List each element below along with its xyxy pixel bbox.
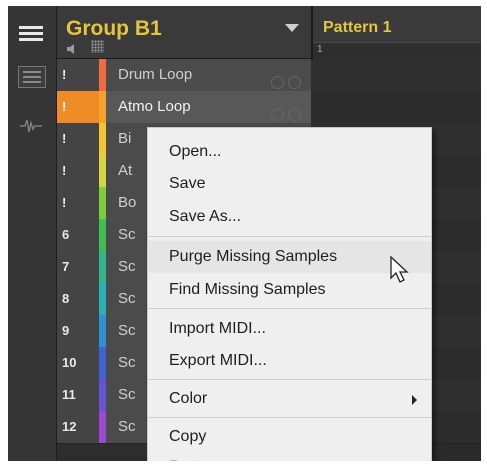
- sound-name-label: At: [118, 162, 133, 179]
- menu-item-open[interactable]: Open...: [148, 136, 431, 168]
- sound-color-swatch: [99, 411, 106, 443]
- menu-separator: [148, 417, 431, 418]
- pattern-title[interactable]: Pattern 1: [323, 19, 391, 37]
- sound-slot-number[interactable]: 9: [57, 315, 99, 347]
- sound-slot-number[interactable]: !: [57, 123, 99, 155]
- sound-name-label: Sc: [118, 322, 136, 339]
- menu-item-paste: Paste: [148, 451, 431, 461]
- sound-slot-number[interactable]: 12: [57, 411, 99, 443]
- grid-icon[interactable]: [91, 40, 104, 53]
- menu-item-save-as[interactable]: Save As...: [148, 201, 431, 233]
- menu-item-color[interactable]: Color: [148, 383, 431, 415]
- sound-slot-number[interactable]: !: [57, 91, 99, 123]
- menu-item-save[interactable]: Save: [148, 168, 431, 200]
- sampling-view-icon[interactable]: [18, 116, 44, 136]
- mouse-pointer-icon: [390, 256, 409, 283]
- sound-row[interactable]: ! Drum Loop: [57, 59, 311, 92]
- sound-name-label: Bi: [118, 130, 132, 147]
- browser-menu-icon[interactable]: [19, 26, 43, 48]
- menu-item-color-label: Color: [169, 390, 208, 407]
- group-header: Group B1: [57, 6, 311, 59]
- pattern-lane[interactable]: [313, 59, 481, 92]
- sound-controls: [267, 101, 301, 123]
- sound-slot-number[interactable]: 7: [57, 251, 99, 283]
- menu-item-import-midi[interactable]: Import MIDI...: [148, 313, 431, 345]
- menu-item-export-midi[interactable]: Export MIDI...: [148, 345, 431, 377]
- sound-color-swatch: [99, 379, 106, 411]
- sound-controls: [267, 69, 301, 91]
- sound-color-swatch: [99, 187, 106, 219]
- speaker-icon[interactable]: [67, 41, 79, 54]
- menu-item-copy[interactable]: Copy: [148, 421, 431, 453]
- solo-knob-icon[interactable]: [288, 108, 301, 121]
- sound-name-label: Atmo Loop: [118, 98, 191, 115]
- sound-color-swatch: [99, 251, 106, 283]
- menu-separator: [148, 236, 431, 237]
- sound-color-swatch: [99, 219, 106, 251]
- mute-knob-icon[interactable]: [271, 108, 284, 121]
- solo-knob-icon[interactable]: [288, 76, 301, 89]
- context-menu: Open... Save Save As... Purge Missing Sa…: [147, 127, 432, 461]
- mixer-view-icon[interactable]: [18, 66, 46, 88]
- sound-name-label: Sc: [118, 258, 136, 275]
- group-title[interactable]: Group B1: [66, 17, 162, 41]
- sound-name[interactable]: Atmo Loop: [106, 91, 311, 123]
- sound-color-swatch: [99, 123, 106, 155]
- sound-row[interactable]: ! Atmo Loop: [57, 91, 311, 124]
- sound-name-label: Sc: [118, 290, 136, 307]
- sound-slot-number[interactable]: !: [57, 155, 99, 187]
- sound-slot-number[interactable]: 8: [57, 283, 99, 315]
- sound-color-swatch: [99, 155, 106, 187]
- timeline-ruler[interactable]: 1: [313, 42, 481, 59]
- submenu-arrow-icon: [412, 395, 417, 405]
- sound-name-label: Sc: [118, 386, 136, 403]
- ruler-bar-number: 1: [317, 44, 323, 55]
- sound-name-label: Sc: [118, 226, 136, 243]
- sound-name-label: Sc: [118, 354, 136, 371]
- sound-name-label: Drum Loop: [118, 66, 193, 83]
- sound-color-swatch: [99, 283, 106, 315]
- sound-color-swatch: [99, 315, 106, 347]
- sound-color-swatch: [99, 347, 106, 379]
- sound-slot-number[interactable]: !: [57, 187, 99, 219]
- sound-color-swatch: [99, 91, 106, 123]
- menu-separator: [148, 379, 431, 380]
- sound-slot-number[interactable]: 6: [57, 219, 99, 251]
- sound-slot-number[interactable]: 11: [57, 379, 99, 411]
- mute-knob-icon[interactable]: [271, 76, 284, 89]
- menu-separator: [148, 308, 431, 309]
- sound-name[interactable]: Drum Loop: [106, 59, 311, 91]
- group-dropdown-icon[interactable]: [285, 24, 299, 32]
- left-toolbar: [8, 6, 57, 461]
- pattern-header: Pattern 1 1: [311, 6, 481, 59]
- sound-slot-number[interactable]: !: [57, 59, 99, 91]
- sound-color-swatch: [99, 59, 106, 91]
- sound-name-label: Bo: [118, 194, 137, 211]
- pattern-lane[interactable]: [313, 91, 481, 124]
- maschine-window: Group B1 Pattern 1 1 ! Drum Loop! Atmo Loo…: [8, 6, 481, 461]
- sound-slot-number[interactable]: 10: [57, 347, 99, 379]
- sound-name-label: Sc: [118, 418, 136, 435]
